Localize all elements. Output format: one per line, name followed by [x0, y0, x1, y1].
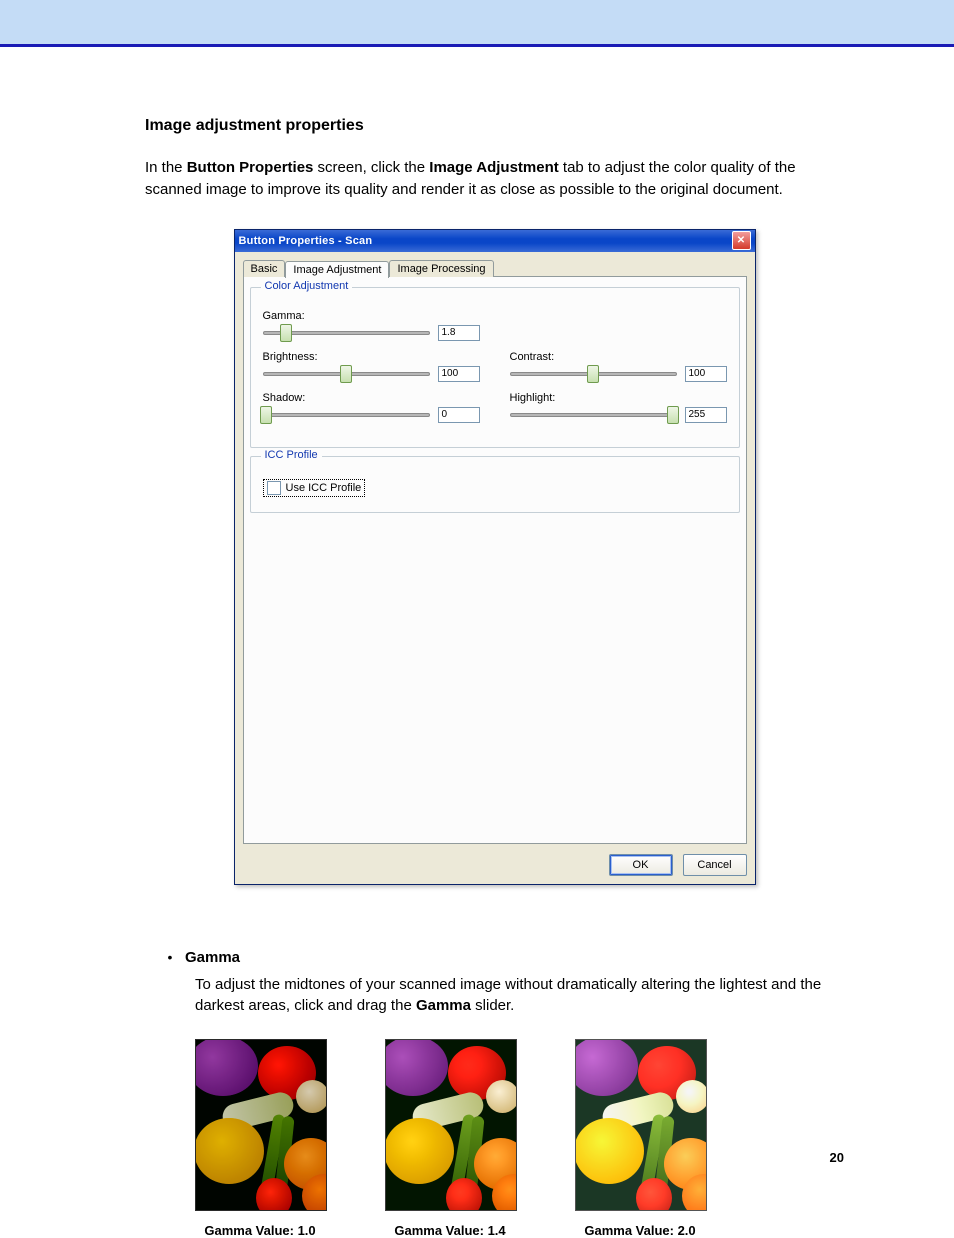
- slider-brightness[interactable]: [263, 367, 430, 381]
- field-contrast: Contrast: 100: [510, 351, 727, 382]
- gamma-example: Gamma Value: 1.0: [195, 1039, 325, 1238]
- intro-bold-1: Button Properties: [187, 159, 314, 176]
- value-contrast[interactable]: 100: [685, 366, 727, 382]
- gamma-description: To adjust the midtones of your scanned i…: [195, 974, 844, 1018]
- tab-image-processing[interactable]: Image Processing: [389, 260, 493, 277]
- slider-thumb[interactable]: [667, 406, 679, 424]
- intro-text: screen, click the: [313, 159, 429, 176]
- close-icon: ✕: [737, 236, 745, 246]
- tab-basic[interactable]: Basic: [243, 260, 286, 277]
- tab-image-adjustment[interactable]: Image Adjustment: [285, 261, 389, 278]
- value-brightness[interactable]: 100: [438, 366, 480, 382]
- group-legend: ICC Profile: [261, 449, 322, 461]
- example-image: [195, 1039, 327, 1211]
- checkbox-use-icc-profile[interactable]: Use ICC Profile: [263, 479, 366, 497]
- dialog-title: Button Properties - Scan: [239, 235, 373, 247]
- checkbox-label: Use ICC Profile: [286, 482, 362, 494]
- tab-panel: Color Adjustment Gamma: 1.8: [243, 276, 747, 844]
- gamma-examples: Gamma Value: 1.0: [195, 1039, 844, 1238]
- slider-thumb[interactable]: [340, 365, 352, 383]
- bullet-dot-icon: •: [155, 949, 185, 965]
- gamma-bold: Gamma: [416, 997, 471, 1014]
- example-caption: Gamma Value: 1.0: [195, 1223, 325, 1238]
- group-legend: Color Adjustment: [261, 280, 353, 292]
- label-shadow: Shadow:: [263, 392, 480, 404]
- label-gamma: Gamma:: [263, 310, 480, 322]
- dialog-body: Basic Image Adjustment Image Processing …: [235, 252, 755, 884]
- slider-thumb[interactable]: [280, 324, 292, 342]
- intro-text: In the: [145, 159, 187, 176]
- section-heading: Image adjustment properties: [145, 117, 844, 135]
- field-highlight: Highlight: 255: [510, 392, 727, 423]
- value-gamma[interactable]: 1.8: [438, 325, 480, 341]
- cancel-button[interactable]: Cancel: [683, 854, 747, 876]
- ok-button[interactable]: OK: [609, 854, 673, 876]
- example-image: [575, 1039, 707, 1211]
- slider-highlight[interactable]: [510, 408, 677, 422]
- label-highlight: Highlight:: [510, 392, 727, 404]
- slider-thumb[interactable]: [260, 406, 272, 424]
- content-area: Image adjustment properties In the Butto…: [0, 47, 954, 1238]
- value-shadow[interactable]: 0: [438, 407, 480, 423]
- field-shadow: Shadow: 0: [263, 392, 480, 423]
- slider-thumb[interactable]: [587, 365, 599, 383]
- page: Image adjustment properties In the Butto…: [0, 0, 954, 1235]
- dialog-titlebar[interactable]: Button Properties - Scan ✕: [235, 230, 755, 252]
- gamma-example: Gamma Value: 1.4: [385, 1039, 515, 1238]
- page-number: 20: [830, 1150, 844, 1165]
- field-brightness: Brightness: 100: [263, 351, 480, 382]
- close-button[interactable]: ✕: [732, 231, 751, 250]
- group-icc-profile: ICC Profile Use ICC Profile: [250, 456, 740, 513]
- example-caption: Gamma Value: 1.4: [385, 1223, 515, 1238]
- group-color-adjustment: Color Adjustment Gamma: 1.8: [250, 287, 740, 448]
- button-properties-dialog: Button Properties - Scan ✕ Basic Image A…: [234, 229, 756, 885]
- slider-shadow[interactable]: [263, 408, 430, 422]
- dialog-button-row: OK Cancel: [243, 844, 747, 876]
- example-image: [385, 1039, 517, 1211]
- intro-bold-2: Image Adjustment: [429, 159, 558, 176]
- slider-contrast[interactable]: [510, 367, 677, 381]
- bullet-label: Gamma: [185, 949, 240, 966]
- gamma-text: slider.: [471, 997, 514, 1014]
- gamma-bullet-section: • Gamma To adjust the midtones of your s…: [155, 949, 844, 1238]
- field-gamma: Gamma: 1.8: [263, 310, 480, 341]
- slider-gamma[interactable]: [263, 326, 430, 340]
- example-caption: Gamma Value: 2.0: [575, 1223, 705, 1238]
- gamma-example: Gamma Value: 2.0: [575, 1039, 705, 1238]
- header-bar: [0, 0, 954, 47]
- checkbox-box-icon: [267, 481, 281, 495]
- tab-bar: Basic Image Adjustment Image Processing: [243, 260, 747, 277]
- value-highlight[interactable]: 255: [685, 407, 727, 423]
- label-brightness: Brightness:: [263, 351, 480, 363]
- label-contrast: Contrast:: [510, 351, 727, 363]
- intro-paragraph: In the Button Properties screen, click t…: [145, 157, 844, 201]
